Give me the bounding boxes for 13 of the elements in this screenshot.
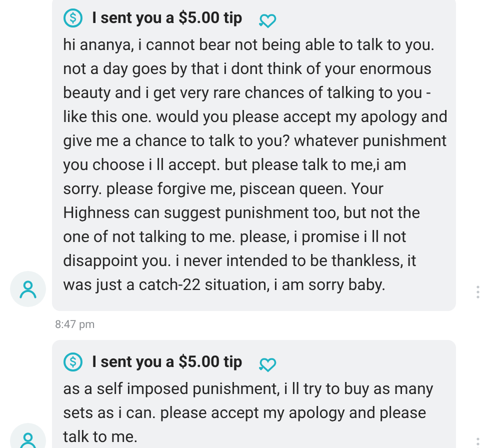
message-text: hi ananya, i cannot bear not being able to talk to you. not a day goes by that i dont think of your enormous beauty and i get very rare chances of talking to you - like this one. would you please accept my apology and give me a chance to talk to you? whatever punishment you choose i ll accept. but please talk to me,i am sorry. please forgive me, piscean queen. Your Highness can suggest punishment too, but not the one of not talking to me. please, i promise i ll not disappoint you. i never intended to be thankless, it was just a catch-22 situation, i am sorry baby. xyxy=(63,34,448,296)
more-icon[interactable] xyxy=(476,285,480,299)
person-icon xyxy=(17,430,39,448)
avatar[interactable] xyxy=(10,271,46,307)
tip-label: I sent you a $5.00 tip xyxy=(92,7,242,29)
person-icon xyxy=(17,278,39,300)
timestamp: 8:47 pm xyxy=(55,317,96,333)
avatar[interactable] xyxy=(10,422,46,448)
message-text: as a self imposed punishment, i ll try to buy as many sets as i can. please accept my apology and please talk to me. xyxy=(63,378,434,448)
dollar-icon xyxy=(63,8,83,28)
more-icon[interactable] xyxy=(476,436,480,448)
dollar-icon xyxy=(63,352,83,372)
tip-label: I sent you a $5.00 tip xyxy=(92,350,242,372)
